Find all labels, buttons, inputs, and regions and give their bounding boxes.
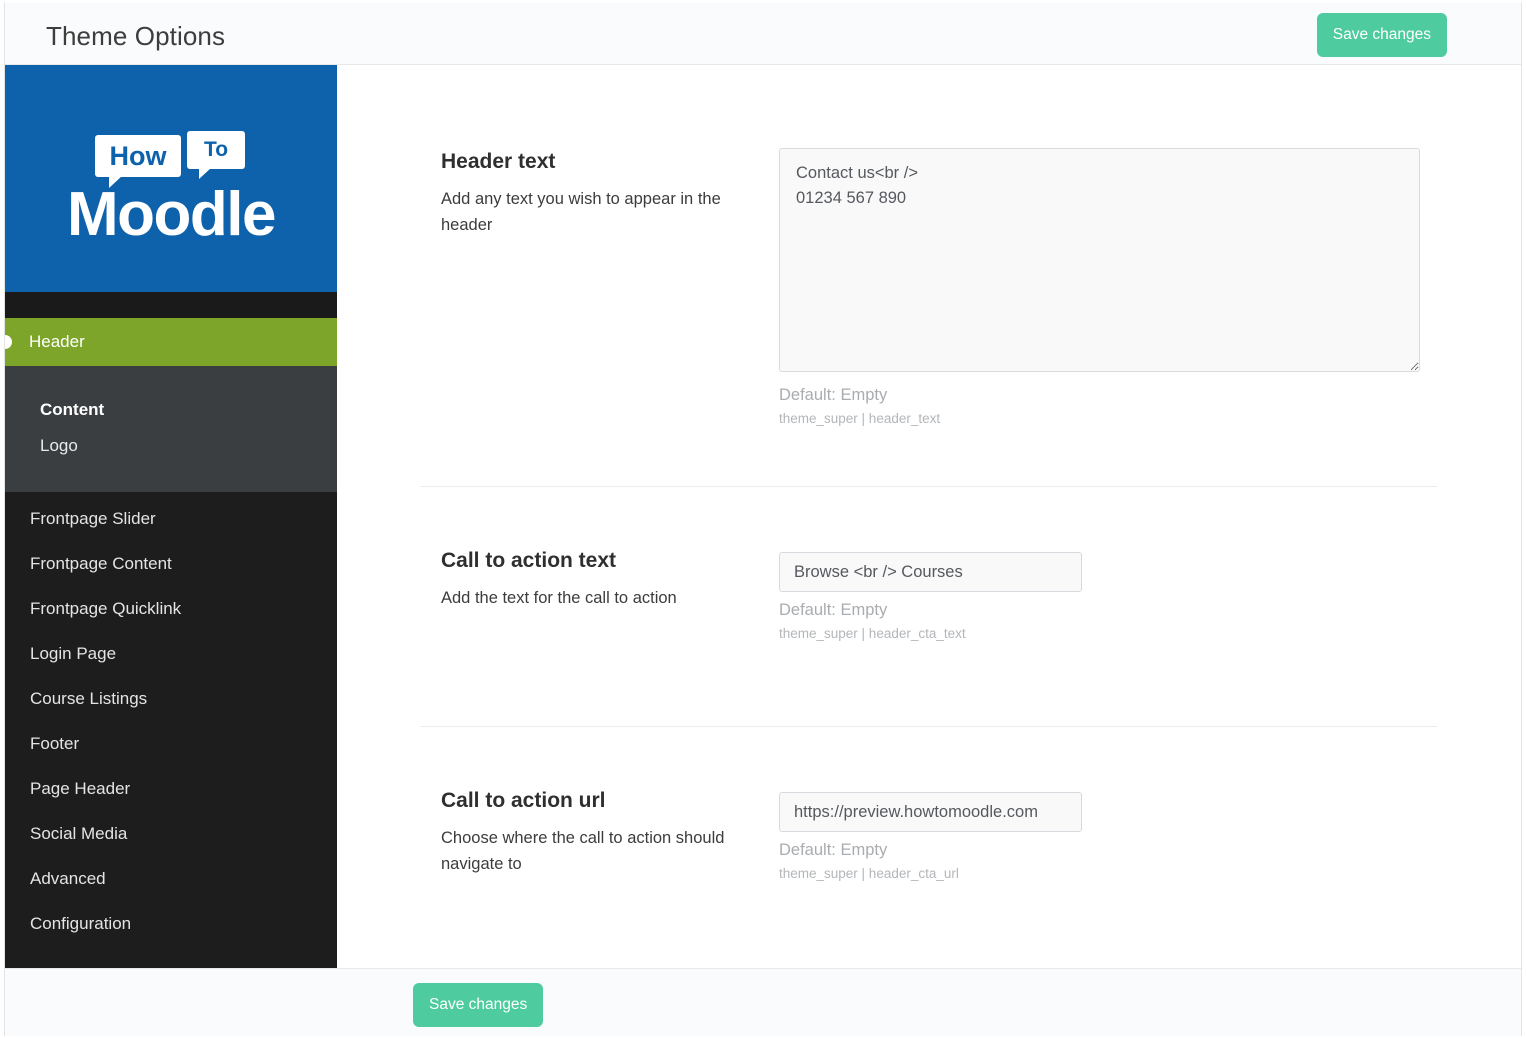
sidebar-item-frontpage-quicklink[interactable]: Frontpage Quicklink [5, 586, 337, 631]
field-description-cta-text: Add the text for the call to action [441, 589, 677, 607]
setting-key-cta-url: theme_super | header_cta_url [779, 866, 959, 881]
field-description-header-text: Add any text you wish to appear in the h… [441, 190, 721, 234]
field-description-cta-url: Choose where the call to action should n… [441, 829, 725, 873]
sidebar-item-social-media[interactable]: Social Media [5, 811, 337, 856]
section-divider-2 [420, 726, 1437, 727]
sidebar-item-advanced[interactable]: Advanced [5, 856, 337, 901]
sidebar-divider-strip [5, 292, 337, 318]
theme-options-page: Theme Options Save changes How To Moodle… [0, 0, 1526, 1038]
sidebar-item-header-label: Header [29, 332, 85, 351]
field-title-cta-url: Call to action url [441, 789, 606, 812]
sidebar-nav-list: Frontpage Slider Frontpage Content Front… [5, 492, 337, 946]
save-changes-button-top[interactable]: Save changes [1316, 13, 1447, 57]
setting-key-header-text: theme_super | header_text [779, 411, 941, 426]
save-changes-button-bottom[interactable]: Save changes [413, 983, 544, 1027]
logo-bubble-to: To [187, 131, 245, 179]
sidebar: How To Moodle Header Content Logo Frontp… [5, 65, 337, 968]
sidebar-item-configuration[interactable]: Configuration [5, 901, 337, 946]
settings-content: Header text Add any text you wish to app… [337, 65, 1521, 968]
sidebar-item-header[interactable]: Header [5, 318, 337, 366]
logo-panel: How To Moodle [5, 65, 337, 292]
sidebar-item-footer[interactable]: Footer [5, 721, 337, 766]
field-title-cta-text: Call to action text [441, 549, 617, 572]
top-bar: Theme Options Save changes [5, 3, 1521, 65]
site-logo: How To Moodle [5, 131, 337, 249]
cta-url-input[interactable] [779, 792, 1082, 832]
cta-text-input[interactable] [779, 552, 1082, 592]
page-title: Theme Options [46, 21, 226, 51]
sidebar-subitem-logo[interactable]: Logo [5, 428, 337, 464]
sidebar-item-frontpage-slider[interactable]: Frontpage Slider [5, 496, 337, 541]
sidebar-item-course-listings[interactable]: Course Listings [5, 676, 337, 721]
default-value-cta-text: Default: Empty [779, 601, 888, 619]
sidebar-item-login-page[interactable]: Login Page [5, 631, 337, 676]
field-title-header-text: Header text [441, 150, 556, 173]
setting-key-cta-text: theme_super | header_cta_text [779, 626, 966, 641]
sidebar-subitem-content[interactable]: Content [5, 392, 337, 428]
default-value-cta-url: Default: Empty [779, 841, 888, 859]
logo-bubble-how: How [95, 135, 181, 188]
header-text-textarea[interactable]: Contact us<br /> 01234 567 890 [779, 148, 1420, 372]
sidebar-submenu: Content Logo [5, 366, 337, 492]
logo-wordmark: Moodle [67, 180, 276, 249]
active-indicator-dot-icon [5, 335, 12, 349]
sidebar-item-page-header[interactable]: Page Header [5, 766, 337, 811]
footer-bar: Save changes [5, 968, 1521, 1036]
default-value-header-text: Default: Empty [779, 386, 888, 404]
sidebar-item-frontpage-content[interactable]: Frontpage Content [5, 541, 337, 586]
logo-speech-bubbles-icon: How To [95, 131, 247, 188]
section-divider-1 [420, 486, 1437, 487]
